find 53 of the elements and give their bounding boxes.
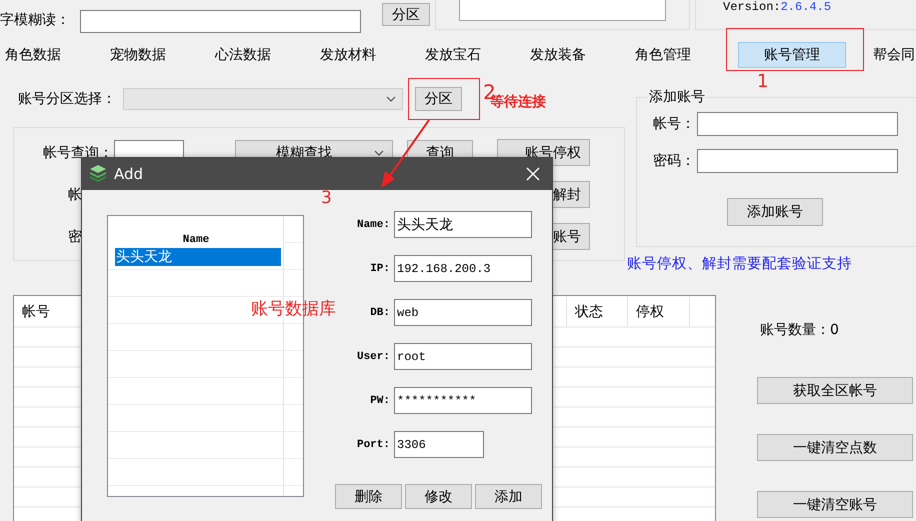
field-label: IP: <box>369 262 391 274</box>
dialog-button[interactable]: 删除 <box>335 484 402 509</box>
tab[interactable]: 心法数据 <box>213 42 318 68</box>
close-icon[interactable] <box>526 167 540 181</box>
field-label: 密码： <box>653 152 696 170</box>
field-label: 字模糊读： <box>0 11 71 30</box>
input-field[interactable]: root <box>394 343 532 370</box>
version-number: 2.6.4.5 <box>780 0 832 14</box>
window-title: Add <box>114 165 144 183</box>
tab[interactable]: 角色数据 <box>3 42 108 68</box>
input-field[interactable]: *********** <box>394 387 532 414</box>
tab[interactable]: 账号管理 <box>738 42 846 68</box>
dialog-button[interactable]: 修改 <box>405 484 472 509</box>
account-count: 账号数量：0 <box>760 321 840 339</box>
annotation-text: 3 <box>321 190 332 207</box>
list-row[interactable]: 头头天龙 <box>115 248 281 266</box>
field-label: 帐号： <box>653 114 696 132</box>
annotation-text: 1 <box>757 73 768 91</box>
stack-icon <box>88 164 108 184</box>
tab[interactable]: 发放装备 <box>528 42 633 68</box>
input-field[interactable]: web <box>394 299 532 326</box>
input-field[interactable]: 192.168.200.3 <box>394 255 532 282</box>
dialog-button[interactable]: 添加 <box>475 484 542 509</box>
action-button[interactable]: 获取全区帐号 <box>757 377 913 404</box>
field-label: Port: <box>356 438 391 450</box>
caret-icon <box>374 150 384 156</box>
input-field[interactable] <box>697 148 898 172</box>
version-label: Version: <box>723 0 781 14</box>
field-label: 账号分区选择： <box>18 90 116 108</box>
tab[interactable]: 宠物数据 <box>108 42 213 68</box>
field-label: DB: <box>369 306 391 318</box>
input-field[interactable]: 3306 <box>394 431 484 458</box>
hint-text: 账号停权、解封需要配套验证支持 <box>627 255 853 273</box>
tab[interactable]: 发放宝石 <box>423 42 528 68</box>
input-field[interactable] <box>697 112 898 136</box>
field-label: Name: <box>356 218 391 230</box>
tab[interactable]: 帮会同 <box>871 42 916 68</box>
caret-icon <box>386 96 396 102</box>
tab[interactable]: 角色管理 <box>633 42 738 68</box>
action-button[interactable]: 一键清空点数 <box>757 434 913 461</box>
input-field[interactable]: 头头天龙 <box>394 211 532 238</box>
add-account-button[interactable]: 添加账号 <box>727 198 823 226</box>
annotation-text: 账号数据库 <box>251 301 336 318</box>
field-label: 密 <box>68 228 82 246</box>
field-label: PW: <box>369 394 391 406</box>
field-label: 帐 <box>68 186 82 204</box>
zone-button[interactable]: 分区 <box>382 3 430 26</box>
tab[interactable]: 发放材料 <box>318 42 423 68</box>
name-search-field[interactable] <box>80 10 361 33</box>
highlight-box <box>408 78 480 120</box>
group-title: 添加账号 <box>648 88 706 106</box>
field-label: User: <box>356 350 391 362</box>
action-button[interactable]: 一键清空账号 <box>757 491 913 518</box>
